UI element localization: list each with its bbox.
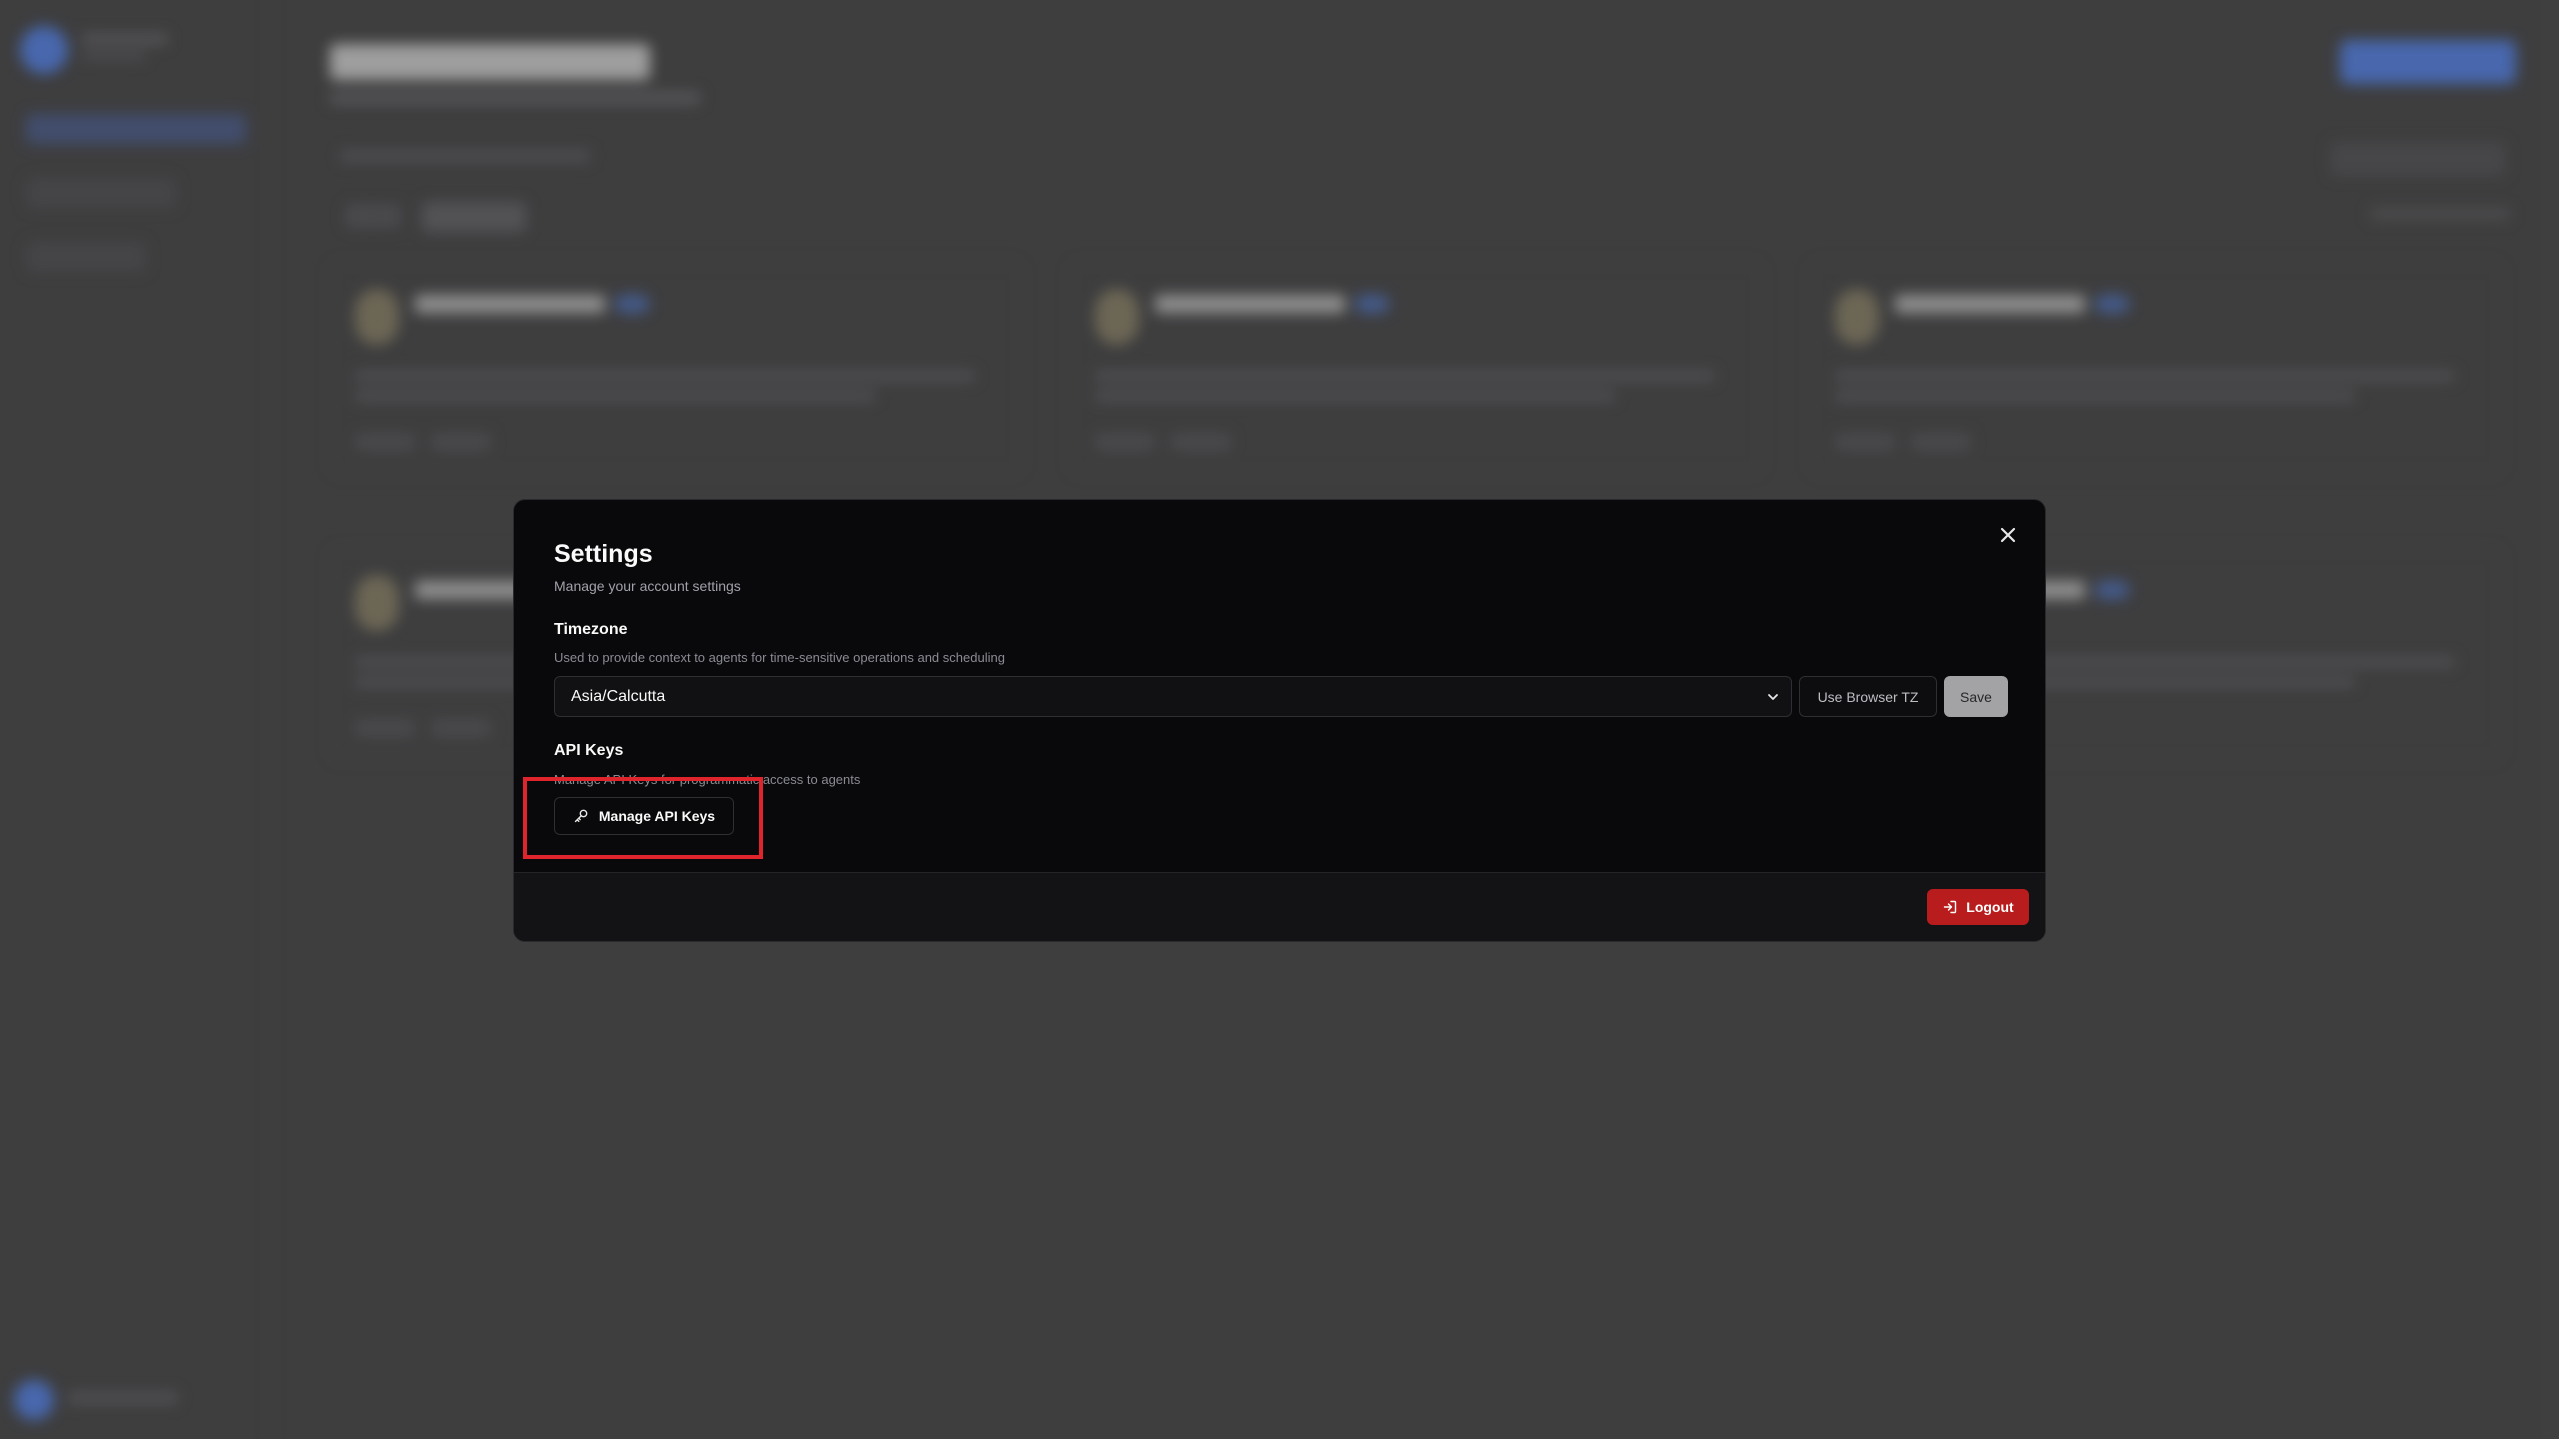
dialog-footer: Logout xyxy=(514,872,2045,941)
manage-api-keys-label: Manage API Keys xyxy=(598,808,716,824)
timezone-section-title: Timezone xyxy=(554,621,628,638)
save-timezone-button[interactable]: Save xyxy=(1944,676,2008,717)
api-keys-section-description: Manage API Keys for programmatic access … xyxy=(554,772,861,787)
chevron-down-icon xyxy=(1768,694,1778,700)
api-keys-section-title: API Keys xyxy=(554,742,624,759)
timezone-select[interactable]: Asia/Calcutta xyxy=(554,676,1792,717)
close-icon xyxy=(2000,527,2016,543)
timezone-section-description: Used to provide context to agents for ti… xyxy=(554,650,1005,665)
settings-dialog: Settings Manage your account settings Ti… xyxy=(513,499,2046,942)
key-icon xyxy=(574,809,588,823)
use-browser-tz-button[interactable]: Use Browser TZ xyxy=(1799,676,1937,717)
logout-button[interactable]: Logout xyxy=(1927,889,2029,925)
logout-icon xyxy=(1944,900,1957,914)
timezone-select-value: Asia/Calcutta xyxy=(571,687,666,705)
dialog-title: Settings xyxy=(554,540,653,568)
dialog-subtitle: Manage your account settings xyxy=(554,578,741,594)
logout-label: Logout xyxy=(1966,899,2014,915)
close-button[interactable] xyxy=(1995,522,2021,548)
manage-api-keys-button[interactable]: Manage API Keys xyxy=(554,797,734,835)
